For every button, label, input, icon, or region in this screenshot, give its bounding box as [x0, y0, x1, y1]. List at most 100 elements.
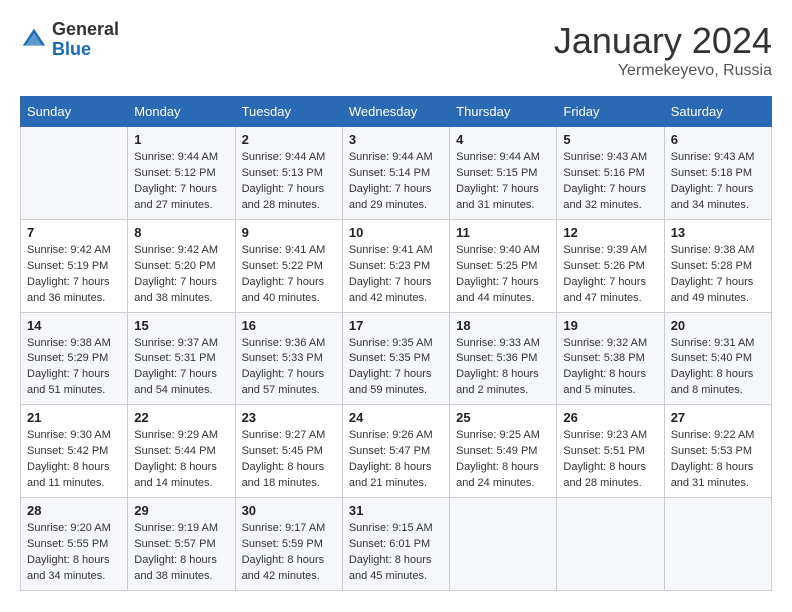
- calendar-week-row: 7 Sunrise: 9:42 AM Sunset: 5:19 PM Daylig…: [21, 219, 772, 312]
- day-number: 26: [563, 410, 657, 425]
- calendar-week-row: 21 Sunrise: 9:30 AM Sunset: 5:42 PM Dayli…: [21, 405, 772, 498]
- day-number: 1: [134, 132, 228, 147]
- day-info: Sunrise: 9:35 AM Sunset: 5:35 PM Dayligh…: [349, 336, 443, 400]
- day-info: Sunrise: 9:27 AM Sunset: 5:45 PM Dayligh…: [242, 428, 336, 492]
- calendar-cell: 22Sunrise: 9:29 AM Sunset: 5:44 PM Dayli…: [128, 405, 235, 498]
- day-number: 5: [563, 132, 657, 147]
- day-number: 21: [27, 410, 121, 425]
- month-title: January 2024: [554, 20, 772, 62]
- day-info: Sunrise: 9:44 AM Sunset: 5:12 PM Dayligh…: [134, 150, 228, 214]
- day-info: Sunrise: 9:44 AM Sunset: 5:14 PM Dayligh…: [349, 150, 443, 214]
- calendar-week-row: 1 Sunrise: 9:44 AM Sunset: 5:12 PM Daylig…: [21, 127, 772, 220]
- logo: General Blue: [20, 20, 119, 60]
- calendar-cell: 24 Sunrise: 9:26 AM Sunset: 5:47 PM Dayli…: [342, 405, 449, 498]
- day-info: Sunrise: 9:41 AM Sunset: 5:23 PM Dayligh…: [349, 243, 443, 307]
- calendar-cell: 15 Sunrise: 9:37 AM Sunset: 5:31 PM Dayli…: [128, 312, 235, 405]
- calendar-cell: [664, 498, 771, 591]
- calendar-cell: 6 Sunrise: 9:43 AM Sunset: 5:18 PM Daylig…: [664, 127, 771, 220]
- day-info: Sunrise: 9:37 AM Sunset: 5:31 PM Dayligh…: [134, 336, 228, 400]
- day-number: 20: [671, 318, 765, 333]
- day-info: Sunrise: 9:22 AM Sunset: 5:53 PM Dayligh…: [671, 428, 765, 492]
- day-info: Sunrise: 9:42 AM Sunset: 5:19 PM Dayligh…: [27, 243, 121, 307]
- calendar-cell: 31Sunrise: 9:15 AM Sunset: 6:01 PM Dayli…: [342, 498, 449, 591]
- day-number: 14: [27, 318, 121, 333]
- day-number: 15: [134, 318, 228, 333]
- calendar-cell: [557, 498, 664, 591]
- day-info: Sunrise: 9:17 AM Sunset: 5:59 PM Dayligh…: [242, 521, 336, 585]
- weekday-header-row: SundayMondayTuesdayWednesdayThursdayFrid…: [21, 97, 772, 127]
- day-info: Sunrise: 9:15 AM Sunset: 6:01 PM Dayligh…: [349, 521, 443, 585]
- day-number: 17: [349, 318, 443, 333]
- day-number: 27: [671, 410, 765, 425]
- day-info: Sunrise: 9:20 AM Sunset: 5:55 PM Dayligh…: [27, 521, 121, 585]
- calendar-week-row: 14 Sunrise: 9:38 AM Sunset: 5:29 PM Dayli…: [21, 312, 772, 405]
- day-number: 4: [456, 132, 550, 147]
- day-info: Sunrise: 9:32 AM Sunset: 5:38 PM Dayligh…: [563, 336, 657, 400]
- calendar-cell: 4Sunrise: 9:44 AM Sunset: 5:15 PM Daylig…: [450, 127, 557, 220]
- day-number: 25: [456, 410, 550, 425]
- day-info: Sunrise: 9:39 AM Sunset: 5:26 PM Dayligh…: [563, 243, 657, 307]
- calendar-table: SundayMondayTuesdayWednesdayThursdayFrid…: [20, 96, 772, 591]
- calendar-cell: 29 Sunrise: 9:19 AM Sunset: 5:57 PM Dayli…: [128, 498, 235, 591]
- day-info: Sunrise: 9:38 AM Sunset: 5:28 PM Dayligh…: [671, 243, 765, 307]
- calendar-cell: 7 Sunrise: 9:42 AM Sunset: 5:19 PM Daylig…: [21, 219, 128, 312]
- calendar-cell: 18Sunrise: 9:33 AM Sunset: 5:36 PM Dayli…: [450, 312, 557, 405]
- weekday-header-wednesday: Wednesday: [342, 97, 449, 127]
- day-number: 18: [456, 318, 550, 333]
- calendar-cell: 3 Sunrise: 9:44 AM Sunset: 5:14 PM Daylig…: [342, 127, 449, 220]
- day-info: Sunrise: 9:26 AM Sunset: 5:47 PM Dayligh…: [349, 428, 443, 492]
- calendar-cell: 25Sunrise: 9:25 AM Sunset: 5:49 PM Dayli…: [450, 405, 557, 498]
- calendar-cell: 13Sunrise: 9:38 AM Sunset: 5:28 PM Dayli…: [664, 219, 771, 312]
- day-info: Sunrise: 9:43 AM Sunset: 5:18 PM Dayligh…: [671, 150, 765, 214]
- day-info: Sunrise: 9:29 AM Sunset: 5:44 PM Dayligh…: [134, 428, 228, 492]
- day-number: 29: [134, 503, 228, 518]
- location-title: Yermekeyevo, Russia: [554, 62, 772, 80]
- day-number: 6: [671, 132, 765, 147]
- day-number: 3: [349, 132, 443, 147]
- day-info: Sunrise: 9:30 AM Sunset: 5:42 PM Dayligh…: [27, 428, 121, 492]
- day-info: Sunrise: 9:36 AM Sunset: 5:33 PM Dayligh…: [242, 336, 336, 400]
- day-info: Sunrise: 9:38 AM Sunset: 5:29 PM Dayligh…: [27, 336, 121, 400]
- day-number: 24: [349, 410, 443, 425]
- weekday-header-tuesday: Tuesday: [235, 97, 342, 127]
- calendar-cell: 10Sunrise: 9:41 AM Sunset: 5:23 PM Dayli…: [342, 219, 449, 312]
- calendar-cell: 19Sunrise: 9:32 AM Sunset: 5:38 PM Dayli…: [557, 312, 664, 405]
- day-number: 16: [242, 318, 336, 333]
- day-info: Sunrise: 9:41 AM Sunset: 5:22 PM Dayligh…: [242, 243, 336, 307]
- calendar-cell: 1 Sunrise: 9:44 AM Sunset: 5:12 PM Daylig…: [128, 127, 235, 220]
- calendar-cell: 9Sunrise: 9:41 AM Sunset: 5:22 PM Daylig…: [235, 219, 342, 312]
- day-number: 2: [242, 132, 336, 147]
- title-block: January 2024 Yermekeyevo, Russia: [554, 20, 772, 80]
- calendar-cell: 2 Sunrise: 9:44 AM Sunset: 5:13 PM Daylig…: [235, 127, 342, 220]
- calendar-cell: 12 Sunrise: 9:39 AM Sunset: 5:26 PM Dayli…: [557, 219, 664, 312]
- day-info: Sunrise: 9:42 AM Sunset: 5:20 PM Dayligh…: [134, 243, 228, 307]
- weekday-header-sunday: Sunday: [21, 97, 128, 127]
- day-number: 11: [456, 225, 550, 240]
- day-number: 8: [134, 225, 228, 240]
- calendar-cell: 5 Sunrise: 9:43 AM Sunset: 5:16 PM Daylig…: [557, 127, 664, 220]
- calendar-cell: 17 Sunrise: 9:35 AM Sunset: 5:35 PM Dayli…: [342, 312, 449, 405]
- day-info: Sunrise: 9:23 AM Sunset: 5:51 PM Dayligh…: [563, 428, 657, 492]
- logo-blue-text: Blue: [52, 40, 119, 60]
- day-info: Sunrise: 9:44 AM Sunset: 5:13 PM Dayligh…: [242, 150, 336, 214]
- day-info: Sunrise: 9:31 AM Sunset: 5:40 PM Dayligh…: [671, 336, 765, 400]
- calendar-cell: 8 Sunrise: 9:42 AM Sunset: 5:20 PM Daylig…: [128, 219, 235, 312]
- page-header: General Blue January 2024 Yermekeyevo, R…: [20, 20, 772, 80]
- day-number: 23: [242, 410, 336, 425]
- weekday-header-thursday: Thursday: [450, 97, 557, 127]
- day-number: 7: [27, 225, 121, 240]
- weekday-header-saturday: Saturday: [664, 97, 771, 127]
- day-info: Sunrise: 9:40 AM Sunset: 5:25 PM Dayligh…: [456, 243, 550, 307]
- day-info: Sunrise: 9:43 AM Sunset: 5:16 PM Dayligh…: [563, 150, 657, 214]
- day-number: 12: [563, 225, 657, 240]
- calendar-cell: [21, 127, 128, 220]
- logo-icon: [20, 26, 48, 54]
- calendar-cell: [450, 498, 557, 591]
- day-info: Sunrise: 9:19 AM Sunset: 5:57 PM Dayligh…: [134, 521, 228, 585]
- calendar-week-row: 28 Sunrise: 9:20 AM Sunset: 5:55 PM Dayli…: [21, 498, 772, 591]
- calendar-cell: 28 Sunrise: 9:20 AM Sunset: 5:55 PM Dayli…: [21, 498, 128, 591]
- weekday-header-friday: Friday: [557, 97, 664, 127]
- weekday-header-monday: Monday: [128, 97, 235, 127]
- calendar-cell: 26 Sunrise: 9:23 AM Sunset: 5:51 PM Dayli…: [557, 405, 664, 498]
- day-number: 28: [27, 503, 121, 518]
